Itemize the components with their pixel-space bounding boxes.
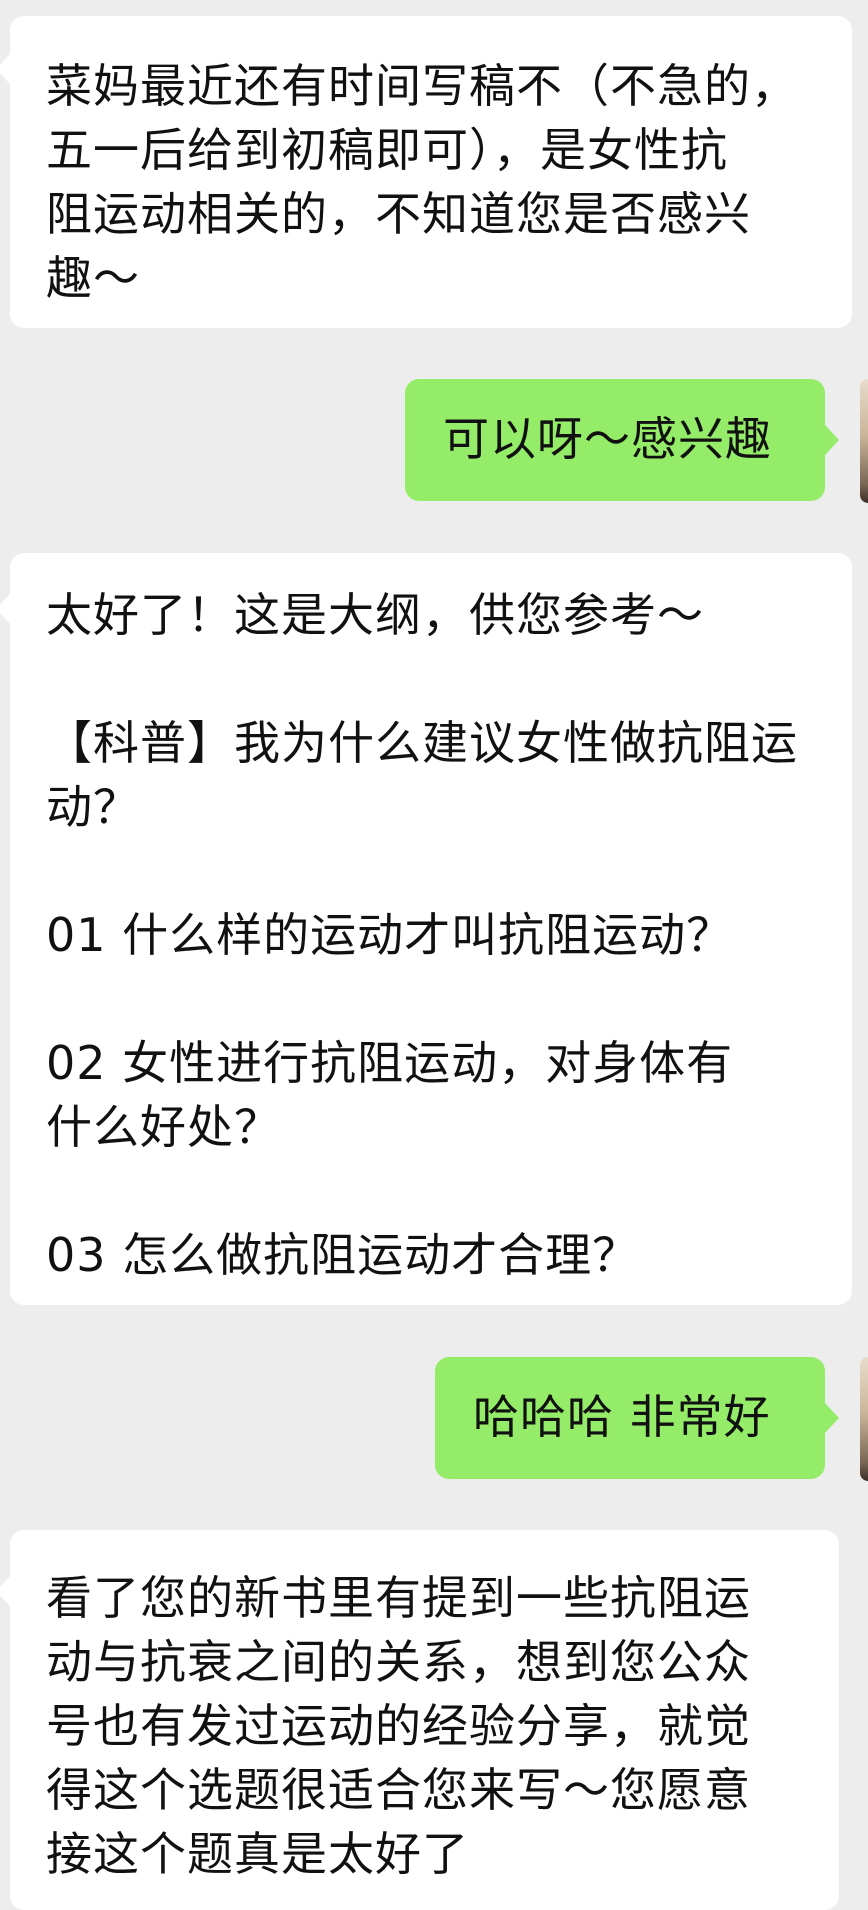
bubble-tail-incoming xyxy=(0,54,10,84)
message-line: 03 怎么做抗阻运动才合理？ xyxy=(46,1228,640,1282)
message-line: 可以呀～感兴趣 xyxy=(443,412,772,466)
message-line: 【科普】我为什么建议女性做抗阻运 xyxy=(46,716,798,770)
message-bubble-outgoing-2[interactable]: 哈哈哈 非常好 xyxy=(435,1357,825,1479)
user-avatar[interactable] xyxy=(860,379,868,503)
message-line: 看了您的新书里有提到一些抗阻运 xyxy=(46,1571,751,1625)
bubble-tail-outgoing xyxy=(825,1403,839,1433)
message-line: 太好了！这是大纲，供您参考～ xyxy=(46,588,704,642)
message-line: 号也有发过运动的经验分享，就觉 xyxy=(46,1699,751,1753)
message-line: 得这个选题很适合您来写～您愿意 xyxy=(46,1763,751,1817)
message-line: 什么好处？ xyxy=(46,1100,281,1154)
message-line: 趣～ xyxy=(46,251,140,305)
message-line: 接这个题真是太好了 xyxy=(46,1827,469,1881)
message-bubble-outgoing-1[interactable]: 可以呀～感兴趣 xyxy=(405,379,825,501)
message-line: 阻运动相关的，不知道您是否感兴 xyxy=(46,187,751,241)
message-line: 哈哈哈 非常好 xyxy=(473,1390,771,1444)
message-line: 01 什么样的运动才叫抗阻运动？ xyxy=(46,908,734,962)
message-line: 动与抗衰之间的关系，想到您公众 xyxy=(46,1635,751,1689)
message-line: 菜妈最近还有时间写稿不（不急的， xyxy=(46,59,798,113)
bubble-tail-outgoing xyxy=(825,425,839,455)
message-bubble-incoming-1[interactable]: 菜妈最近还有时间写稿不（不急的， 五一后给到初稿即可），是女性抗 阻运动相关的，… xyxy=(10,16,852,328)
message-line: 五一后给到初稿即可），是女性抗 xyxy=(46,123,728,177)
bubble-tail-incoming xyxy=(0,594,10,624)
bubble-tail-incoming xyxy=(0,1576,10,1606)
message-line: 02 女性进行抗阻运动，对身体有 xyxy=(46,1036,734,1090)
message-line: 动？ xyxy=(46,780,140,834)
message-bubble-incoming-3[interactable]: 看了您的新书里有提到一些抗阻运 动与抗衰之间的关系，想到您公众 号也有发过运动的… xyxy=(10,1530,839,1910)
user-avatar[interactable] xyxy=(860,1357,868,1481)
message-bubble-incoming-2[interactable]: 太好了！这是大纲，供您参考～ 【科普】我为什么建议女性做抗阻运 动？ 01 什么… xyxy=(10,553,852,1305)
